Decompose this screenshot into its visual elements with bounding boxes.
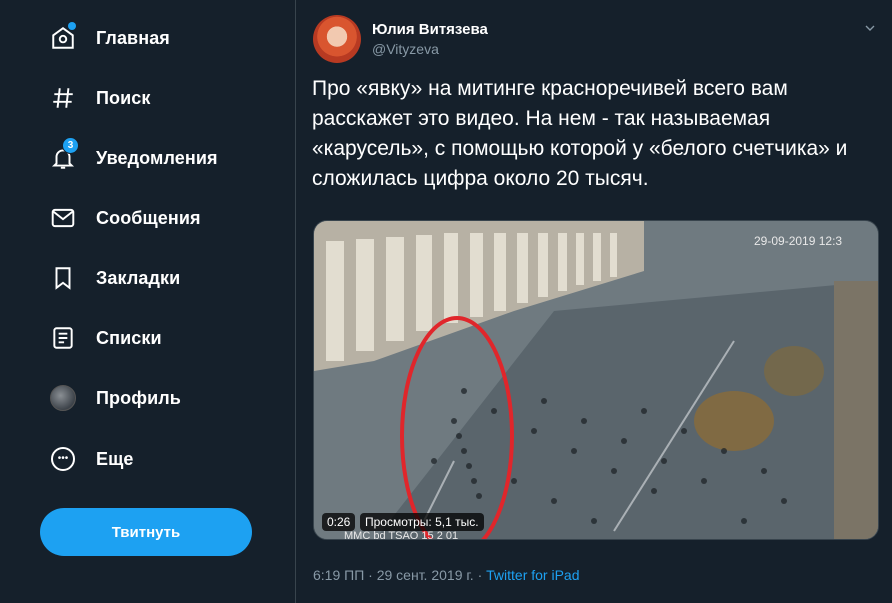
meta-separator: · — [368, 567, 373, 583]
video-duration: 0:26 — [322, 513, 356, 531]
sidebar-item-label: Сообщения — [96, 207, 201, 228]
sidebar-item-label: Уведомления — [96, 147, 218, 168]
sidebar-item-home[interactable]: Главная — [38, 14, 170, 62]
author-avatar[interactable] — [313, 15, 361, 63]
sidebar-item-explore[interactable]: Поиск — [38, 74, 151, 122]
sidebar-item-label: Поиск — [96, 87, 151, 108]
avatar-icon — [50, 385, 76, 411]
sidebar-item-notifications[interactable]: 3 Уведомления — [38, 134, 218, 182]
tweet-button[interactable]: Твитнуть — [40, 508, 252, 556]
sidebar-item-bookmarks[interactable]: Закладки — [38, 254, 180, 302]
sidebar-item-messages[interactable]: Сообщения — [38, 194, 201, 242]
home-icon — [50, 22, 76, 51]
tweet-text: Про «явку» на митинге красноречивей всег… — [312, 77, 848, 190]
video-views: Просмотры: 5,1 тыс. — [360, 513, 484, 531]
sidebar-item-label: Главная — [96, 27, 170, 48]
bell-icon: 3 — [50, 137, 79, 171]
tweet-meta: 6:19 ПП · 29 сент. 2019 г. · Twitter for… — [313, 567, 580, 583]
video-timestamp-overlay: 29-09-2019 12:3 — [754, 234, 842, 248]
tweet-detail: Юлия Витязева @Vityzeva Про «явку» на ми… — [295, 0, 892, 603]
video-caption-overlay: ММС bd TSAO 15 2 01 — [344, 530, 458, 540]
hashtag-icon — [50, 85, 76, 111]
sidebar-item-more[interactable]: ••• Еще — [38, 435, 134, 483]
list-icon — [50, 325, 76, 351]
tweet-date[interactable]: 29 сент. 2019 г. — [377, 567, 474, 583]
sidebar: Главная Поиск 3 Уведомления Сообщения За… — [0, 0, 296, 603]
meta-separator: · — [477, 567, 483, 583]
video-player[interactable]: 29-09-2019 12:3 ММС bd TSAO 15 2 01 0:26… — [313, 220, 879, 540]
sidebar-item-profile[interactable]: Профиль — [38, 374, 181, 422]
tweet-time[interactable]: 6:19 ПП — [313, 567, 364, 583]
video-frame: 29-09-2019 12:3 ММС bd TSAO 15 2 01 — [314, 221, 878, 540]
sidebar-item-label: Закладки — [96, 267, 181, 288]
sidebar-item-lists[interactable]: Списки — [38, 314, 162, 362]
sidebar-item-label: Еще — [96, 448, 134, 469]
sidebar-item-label: Профиль — [96, 387, 181, 408]
envelope-icon — [50, 205, 76, 231]
author-handle[interactable]: @Vityzeva — [372, 41, 439, 57]
bookmark-icon — [50, 265, 76, 291]
tweet-source-link[interactable]: Twitter for iPad — [486, 567, 579, 583]
notification-badge: 3 — [62, 137, 79, 154]
new-content-dot — [68, 22, 76, 30]
chevron-down-icon[interactable] — [862, 20, 878, 36]
sidebar-item-label: Списки — [96, 327, 162, 348]
author-name[interactable]: Юлия Витязева — [372, 21, 488, 38]
more-icon: ••• — [50, 446, 76, 472]
